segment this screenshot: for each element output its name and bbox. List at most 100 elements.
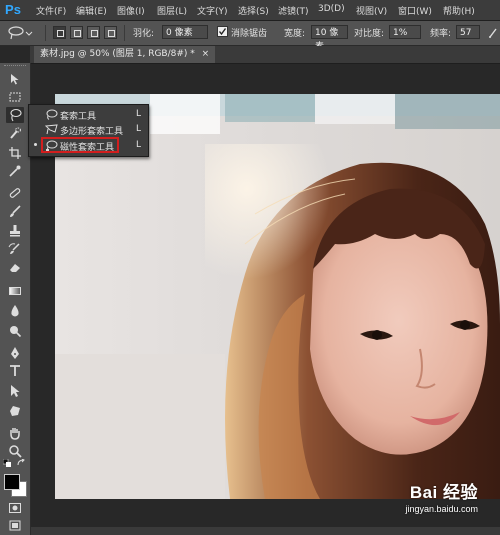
history-brush-icon [8,243,20,254]
add-selection-icon [74,30,81,37]
new-selection-icon [57,30,64,37]
document-tab-title: 素材.jpg @ 50% (图层 1, RGB/8#) * [40,49,195,59]
menu-help[interactable]: 帮助(H) [443,4,475,17]
history-brush-tool[interactable] [6,241,24,257]
feather-input[interactable]: 0 像素 [162,25,208,39]
brush-icon [10,205,21,217]
flyout-item-lasso[interactable]: 套索工具 L [29,107,148,122]
document-tab[interactable]: 素材.jpg @ 50% (图层 1, RGB/8#) * × [34,46,216,63]
hand-icon [10,428,20,440]
frequency-input[interactable]: 57 [456,25,480,39]
crop-tool[interactable] [6,145,24,161]
default-colors-icon [2,458,11,467]
swap-colors-button[interactable] [17,458,26,467]
flyout-item-shortcut: L [136,109,142,119]
lasso-tools-flyout: 套索工具 L 多边形套索工具 L 磁性套索工具 L [28,104,149,157]
blur-tool[interactable] [6,303,24,319]
swap-arrow-icon [17,458,25,466]
dodge-tool[interactable] [6,323,24,339]
flyout-item-shortcut: L [136,140,142,150]
gradient-icon [9,287,21,295]
intersect-selection-icon [108,30,115,37]
quick-mask-button[interactable] [6,500,24,516]
eyedropper-icon [9,165,21,177]
divider [45,25,46,41]
status-bar [31,527,500,535]
bandage-icon [9,188,21,198]
frequency-label: 频率: [430,29,452,39]
flyout-item-label: 多边形套索工具 [60,127,124,137]
custom-shape-icon [10,406,20,416]
quick-selection-icon [10,127,21,139]
lasso-tool[interactable] [6,107,24,123]
antialias-checkbox[interactable] [217,26,228,37]
subtract-from-selection-button[interactable] [87,26,100,39]
eraser-tool[interactable] [6,259,24,275]
checkmark-icon [218,28,227,36]
screen-mode-button[interactable] [6,518,24,534]
clone-stamp-tool[interactable] [6,223,24,239]
dodge-icon [10,326,22,338]
lasso-icon [46,109,58,120]
menu-layer[interactable]: 图层(L) [157,4,187,17]
path-selection-tool[interactable] [6,383,24,399]
marquee-tool[interactable] [6,89,24,105]
menu-view[interactable]: 视图(V) [356,4,387,17]
type-icon [10,365,20,376]
rectangular-marquee-icon [9,92,21,102]
zoom-tool[interactable] [6,443,24,459]
screen-mode-icon [9,520,21,531]
flyout-item-label: 套索工具 [60,112,97,122]
brush-tool[interactable] [6,203,24,219]
flyout-item-magnetic-lasso[interactable]: 磁性套索工具 L [29,137,148,153]
feather-label: 羽化: [133,29,155,39]
lasso-icon [10,108,22,122]
watermark-url: jingyan.baidu.com [405,504,478,514]
menu-window[interactable]: 窗口(W) [398,4,432,17]
menu-3d[interactable]: 3D(D) [318,4,345,14]
contrast-input[interactable]: 1% [389,25,421,39]
subtract-selection-icon [91,30,98,37]
healing-brush-tool[interactable] [6,185,24,201]
quick-selection-tool[interactable] [6,125,24,141]
photoshop-logo: Ps [5,2,21,17]
menu-bar: Ps 文件(F) 编辑(E) 图像(I) 图层(L) 文字(Y) 选择(S) 滤… [0,0,500,21]
close-tab-icon[interactable]: × [202,49,210,59]
tools-panel [0,63,31,535]
foreground-color-swatch[interactable] [4,474,20,490]
type-tool[interactable] [6,363,24,379]
baidu-watermark: Bai 经验 jingyan.baidu.com [405,478,478,514]
shape-tool[interactable] [6,403,24,419]
water-drop-icon [11,305,19,317]
add-to-selection-button[interactable] [70,26,83,39]
width-label: 宽度: [284,29,306,39]
menu-edit[interactable]: 编辑(E) [76,4,107,17]
panel-grip[interactable] [4,65,26,69]
pen-tool[interactable] [6,345,24,361]
quick-mask-icon [9,503,21,513]
menu-filter[interactable]: 滤镜(T) [278,4,309,17]
options-bar: 羽化: 0 像素 消除锯齿 宽度: 10 像素 对比度: 1% 频率: 57 [0,21,500,52]
new-selection-button[interactable] [53,26,66,39]
tablet-pressure-button[interactable] [488,27,498,38]
eyedropper-tool[interactable] [6,163,24,179]
divider [124,25,125,41]
intersect-selection-button[interactable] [104,26,117,39]
gradient-tool[interactable] [6,283,24,299]
menu-select[interactable]: 选择(S) [238,4,269,17]
default-colors-button[interactable] [2,458,11,467]
tool-preset-picker[interactable] [6,24,34,42]
polygonal-lasso-icon [45,124,58,135]
pen-icon [11,347,19,359]
stamp-icon [10,225,20,237]
flyout-item-polygonal-lasso[interactable]: 多边形套索工具 L [29,122,148,137]
pen-pressure-icon [489,28,497,38]
move-icon [11,74,19,85]
watermark-logo: Bai 经验 [409,483,478,502]
menu-file[interactable]: 文件(F) [36,4,66,17]
move-tool[interactable] [6,71,24,87]
width-input[interactable]: 10 像素 [311,25,348,52]
menu-image[interactable]: 图像(I) [117,4,145,17]
menu-type[interactable]: 文字(Y) [197,4,228,17]
hand-tool[interactable] [6,425,24,441]
